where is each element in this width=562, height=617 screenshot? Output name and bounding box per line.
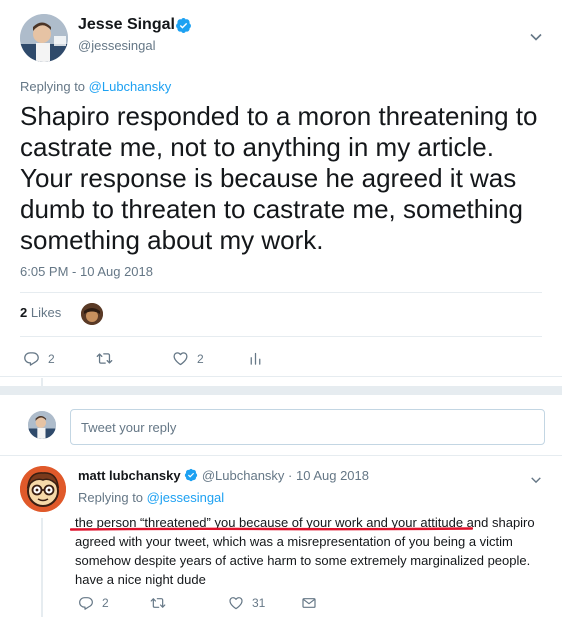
tweet-timestamp[interactable]: 6:05 PM - 10 Aug 2018 — [20, 264, 153, 279]
chevron-down-icon[interactable] — [530, 474, 542, 486]
replying-to-link[interactable]: @Lubchansky — [89, 79, 172, 94]
reply-author-name[interactable]: matt lubchansky — [78, 468, 181, 483]
thread-line — [41, 518, 43, 617]
thread-line — [41, 378, 43, 386]
heart-icon — [173, 352, 188, 366]
author-avatar[interactable] — [20, 14, 68, 62]
replying-to-prefix: Replying to — [78, 490, 147, 505]
divider — [20, 292, 542, 293]
section-separator — [0, 386, 562, 395]
reply-header: matt lubchansky @Lubchansky · 10 Aug 201… — [78, 468, 369, 483]
reply-count: 2 — [102, 596, 109, 610]
analytics-icon — [250, 352, 261, 365]
reply-count: 2 — [48, 351, 55, 366]
likes-label: Likes — [30, 305, 62, 320]
replying-to-prefix: Replying to — [20, 79, 89, 94]
retweet-action[interactable] — [96, 350, 121, 367]
reply-replying-to-line: Replying to @jessesingal — [78, 490, 224, 505]
reply-icon — [79, 597, 93, 610]
divider — [20, 336, 542, 337]
likes-number: 2 — [20, 305, 28, 320]
like-count: 2 — [197, 351, 204, 366]
like-action[interactable]: 31 — [228, 595, 265, 611]
reply-action[interactable]: 2 — [23, 350, 55, 367]
composer-avatar — [28, 411, 56, 439]
tweet-text: Shapiro responded to a moron threatening… — [20, 101, 538, 255]
header-separator: · — [284, 468, 296, 483]
reply-input[interactable] — [70, 409, 545, 445]
divider — [0, 455, 562, 456]
retweet-icon — [150, 598, 166, 608]
likes-count[interactable]: 2 Likes — [20, 305, 61, 320]
retweet-action[interactable] — [150, 595, 174, 611]
chevron-down-icon[interactable] — [529, 30, 543, 44]
author-name[interactable]: Jesse Singal — [78, 16, 175, 34]
heart-icon — [229, 597, 243, 610]
divider — [0, 376, 562, 377]
author-handle[interactable]: @jessesingal — [78, 38, 156, 53]
reply-text: the person “threatened” you because of y… — [75, 515, 535, 587]
reply-icon — [24, 352, 39, 366]
retweet-icon — [96, 353, 113, 364]
replying-to-line: Replying to @Lubchansky — [20, 79, 171, 94]
reply-date[interactable]: 10 Aug 2018 — [296, 468, 369, 483]
reply-author-handle[interactable]: @Lubchansky — [202, 468, 285, 483]
reply-author-avatar[interactable] — [20, 466, 66, 512]
envelope-icon — [302, 598, 316, 608]
liker-avatar[interactable] — [81, 303, 103, 325]
verified-badge-icon — [176, 17, 191, 33]
red-underline-annotation — [70, 527, 473, 531]
like-count: 31 — [252, 596, 266, 610]
verified-badge-icon — [185, 468, 198, 482]
direct-message-action[interactable] — [301, 595, 317, 611]
like-action[interactable]: 2 — [172, 350, 204, 367]
reply-action[interactable]: 2 — [78, 595, 109, 611]
replying-to-link[interactable]: @jessesingal — [147, 490, 225, 505]
analytics-action[interactable] — [247, 350, 264, 367]
